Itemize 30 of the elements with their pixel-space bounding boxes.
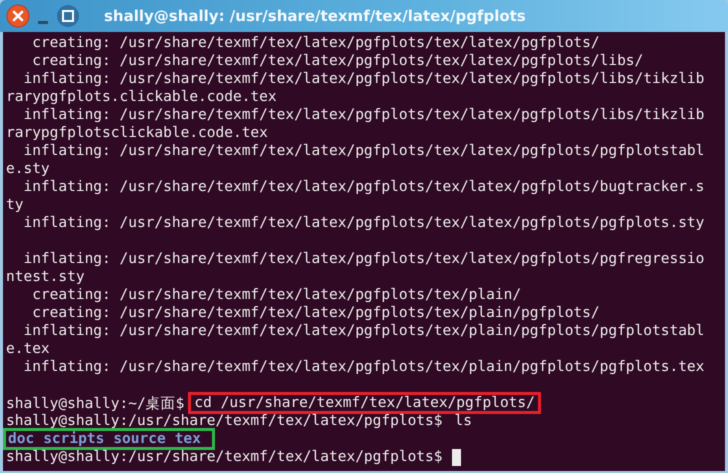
terminal-output-line: e.tex — [6, 341, 50, 357]
terminal-output-line: e.sty — [6, 161, 50, 177]
window-title: shally@shally: /usr/share/texmf/tex/latex/pgfplots — [104, 7, 526, 25]
terminal-output-line: rarypgfplots.clickable.code.tex — [6, 89, 277, 105]
shell-prompt: shally@shally:~/桌面$ — [6, 394, 184, 412]
close-icon[interactable] — [6, 4, 30, 28]
directory-name: tex — [174, 431, 201, 447]
terminal-output-line: rarypgfplotsclickable.code.tex — [6, 125, 268, 141]
terminal-output-line: inflating: /usr/share/texmf/tex/latex/pgfplots/tex/latex/pgfplots/pgfplots.sty — [22, 215, 704, 231]
terminal-output-line: inflating: /usr/share/texmf/tex/latex/pgfplots/tex/latex/pgfplots/bugtracker.s — [22, 179, 704, 195]
terminal-output-line: creating: /usr/share/texmf/tex/latex/pgfplots/tex/latex/pgfplots/libs/ — [31, 53, 644, 69]
terminal-output-line: inflating: /usr/share/texmf/tex/latex/pgfplots/tex/plain/pgfplots/pgfplots.tex — [22, 359, 704, 375]
maximize-icon[interactable] — [56, 4, 80, 28]
terminal-output-line: creating: /usr/share/texmf/tex/latex/pgfplots/tex/latex/pgfplots/ — [31, 35, 600, 51]
shell-prompt: shally@shally:/usr/share/texmf/tex/latex/pgfplots$ — [6, 449, 442, 465]
terminal-output-line: ty — [6, 197, 24, 213]
terminal-output-line: inflating: /usr/share/texmf/tex/latex/pgfplots/tex/latex/pgfplots/pgfplotstabl — [22, 143, 704, 159]
terminal-output-line: inflating: /usr/share/texmf/tex/latex/pgfplots/tex/latex/pgfplots/libs/tikzlib — [22, 107, 704, 123]
terminal-output-line: ntest.sty — [6, 269, 85, 285]
directory-name: scripts — [43, 431, 104, 447]
highlighted-command: cd /usr/share/texmf/tex/latex/pgfplots/ — [188, 392, 541, 414]
terminal-output-line: creating: /usr/share/texmf/tex/latex/pgfplots/tex/plain/ — [31, 287, 522, 303]
shell-prompt: shally@shally:/usr/share/texmf/tex/latex/pgfplots$ — [6, 413, 442, 429]
terminal-output-line: inflating: /usr/share/texmf/tex/latex/pgfplots/tex/plain/pgfplots/pgfplotstabl — [22, 323, 704, 339]
terminal-output-line: inflating: /usr/share/texmf/tex/latex/pgfplots/tex/latex/pgfplots/libs/tikzlib — [22, 71, 704, 87]
terminal-output-line: inflating: /usr/share/texmf/tex/latex/pgfplots/tex/latex/pgfplots/pgfregressio — [22, 251, 704, 267]
terminal-output-line: creating: /usr/share/texmf/tex/latex/pgfplots/tex/plain/pgfplots/ — [31, 305, 600, 321]
shell-command: ls — [454, 412, 473, 428]
directory-name: doc — [8, 431, 34, 447]
directory-name: source — [113, 431, 166, 447]
